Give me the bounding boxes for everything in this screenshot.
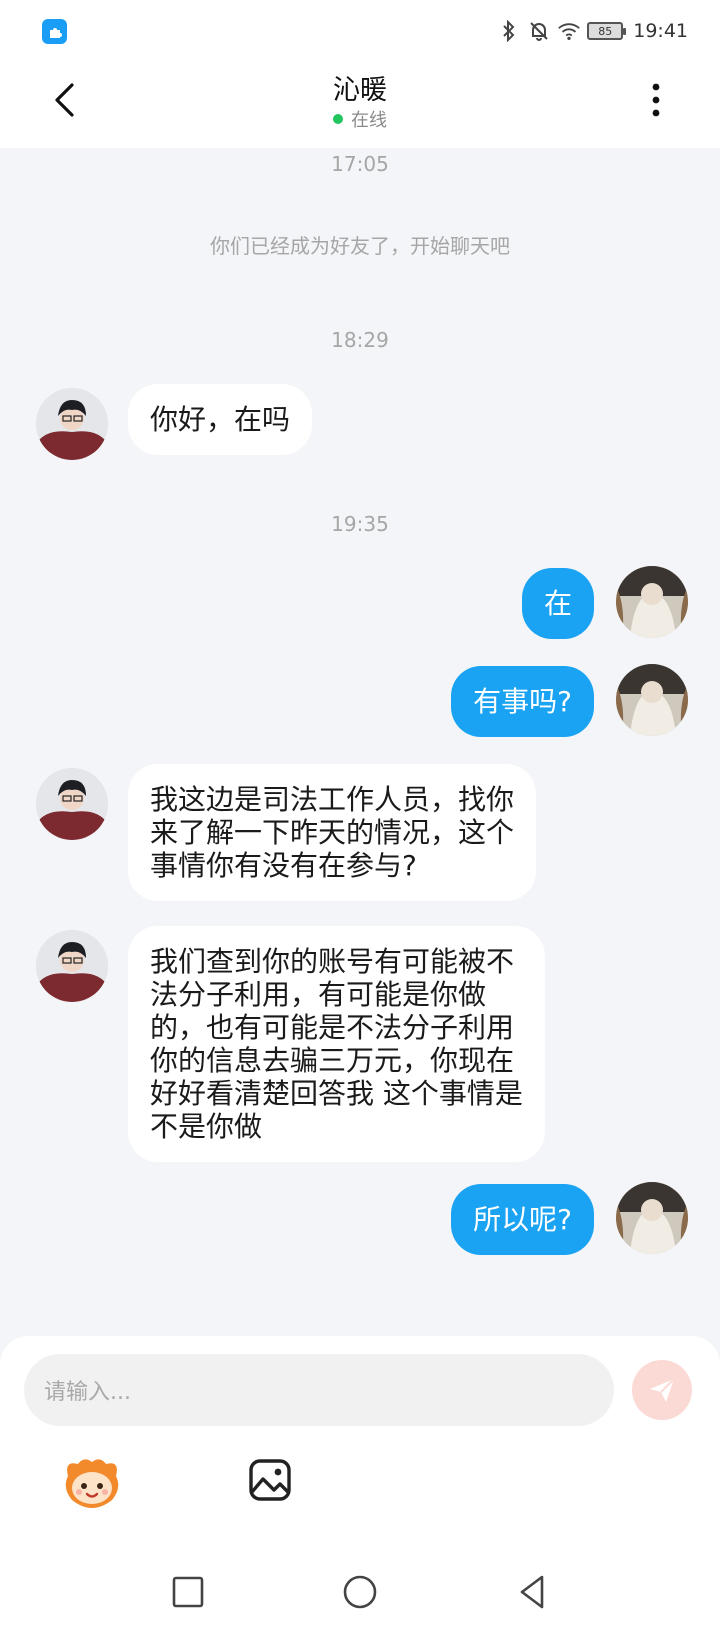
message-line: 在 xyxy=(543,587,572,620)
recents-button[interactable] xyxy=(168,1572,208,1612)
bluetooth-icon xyxy=(497,19,521,43)
status-icons: 85 19:41 xyxy=(497,18,688,44)
mute-bell-icon xyxy=(527,19,551,43)
emoji-mascot-icon xyxy=(65,1459,119,1508)
more-vertical-icon xyxy=(652,83,660,117)
contact-name: 沁暖 xyxy=(333,75,387,106)
wifi-icon xyxy=(557,19,581,43)
incoming-message[interactable]: 你好，在吗 xyxy=(128,384,313,455)
status-time: 19:41 xyxy=(633,20,688,42)
message-line: 我们查到你的账号有可能被不 xyxy=(150,945,515,978)
send-button[interactable] xyxy=(632,1360,692,1420)
contact-avatar[interactable] xyxy=(36,388,108,460)
timestamp: 19:35 xyxy=(331,512,389,536)
chat-screen: 85 19:41 沁暖 在线 17:05 你们已经成为好友了，开始聊天吧 18:… xyxy=(0,0,720,1640)
message-line: 法分子利用，有可能是你做 xyxy=(150,978,487,1011)
back-triangle-icon xyxy=(520,1575,544,1609)
message-line: 不是你做 xyxy=(150,1110,263,1143)
incoming-message[interactable]: 我这边是司法工作人员，找你 来了解一下昨天的情况，这个 事情你有没有在参与? xyxy=(128,764,537,901)
contact-avatar[interactable] xyxy=(36,768,108,840)
timestamp: 17:05 xyxy=(331,152,389,176)
incoming-message[interactable]: 我们查到你的账号有可能被不 法分子利用，有可能是你做 的，也有可能是不法分子利用… xyxy=(128,926,545,1162)
system-nav-bar xyxy=(0,1560,720,1640)
message-line: 的，也有可能是不法分子利用 xyxy=(150,1011,515,1044)
timestamp: 18:29 xyxy=(331,328,389,352)
system-message: 你们已经成为好友了，开始聊天吧 xyxy=(210,234,510,258)
my-avatar[interactable] xyxy=(616,1182,688,1254)
battery-icon: 85 xyxy=(587,22,627,40)
message-input[interactable]: 请输入... xyxy=(24,1354,614,1426)
message-line: 事情你有没有在参与? xyxy=(150,849,417,882)
my-avatar[interactable] xyxy=(616,566,688,638)
message-line: 所以呢? xyxy=(473,1203,572,1236)
message-line: 你的信息去骗三万元，你现在 xyxy=(150,1044,515,1077)
message-list[interactable]: 17:05 你们已经成为好友了，开始聊天吧 18:29 你好，在吗 19:35 … xyxy=(0,148,720,1338)
outgoing-message[interactable]: 在 xyxy=(521,568,594,639)
emoji-button[interactable] xyxy=(60,1454,124,1510)
status-bar: 85 19:41 xyxy=(0,0,720,60)
image-icon xyxy=(249,1459,291,1501)
message-line: 有事吗? xyxy=(473,685,572,718)
chat-header: 沁暖 在线 xyxy=(0,60,720,148)
outgoing-message[interactable]: 有事吗? xyxy=(451,666,594,737)
presence-label: 在线 xyxy=(351,110,387,131)
outgoing-message[interactable]: 所以呢? xyxy=(451,1184,594,1255)
online-dot-icon xyxy=(333,114,343,124)
more-options-button[interactable] xyxy=(644,78,668,122)
recents-square-icon xyxy=(172,1576,204,1608)
my-avatar[interactable] xyxy=(616,664,688,736)
app-badge-icon xyxy=(42,19,67,44)
message-line: 来了解一下昨天的情况，这个 xyxy=(150,816,515,849)
image-button[interactable] xyxy=(246,1456,294,1504)
message-line: 你好，在吗 xyxy=(150,403,291,436)
message-line: 好好看清楚回答我 这个事情是 xyxy=(150,1077,523,1110)
top-bar: 85 19:41 沁暖 在线 xyxy=(0,0,720,148)
home-button[interactable] xyxy=(340,1572,380,1612)
battery-level: 85 xyxy=(598,24,613,38)
send-icon xyxy=(650,1378,675,1402)
home-circle-icon xyxy=(343,1575,377,1609)
message-line: 我这边是司法工作人员，找你 xyxy=(150,783,515,816)
contact-avatar[interactable] xyxy=(36,930,108,1002)
presence-status: 在线 xyxy=(0,106,720,132)
nav-back-button[interactable] xyxy=(512,1572,552,1612)
